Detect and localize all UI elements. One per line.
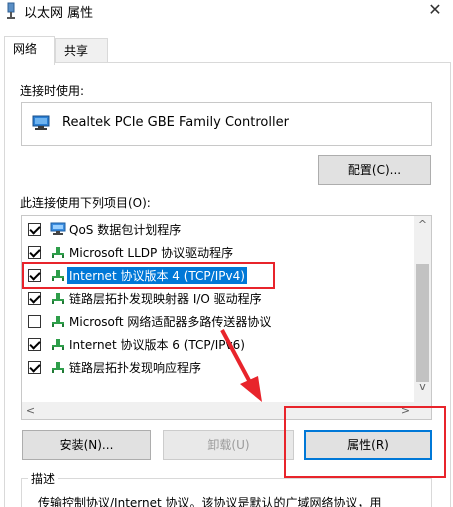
item-label: 链路层拓扑发现响应程序 [69, 361, 202, 375]
description-legend: 描述 [28, 470, 59, 487]
vertical-scrollbar[interactable]: ^ v [414, 216, 431, 402]
description-text: 传输控制协议/Internet 协议。该协议是默认的广域网络协议，用 [38, 496, 382, 507]
item-label: Microsoft 网络适配器多路传送器协议 [69, 315, 272, 329]
protocol-icon [52, 293, 64, 304]
protocol-icon [52, 362, 64, 373]
list-item[interactable]: Internet 协议版本 6 (TCP/IPv6) [22, 333, 414, 356]
adapter-box: Realtek PCIe GBE Family Controller [21, 102, 432, 146]
network-adapter-icon [32, 115, 50, 130]
list-item[interactable]: QoS 数据包计划程序 [22, 218, 414, 241]
item-label: Microsoft LLDP 协议驱动程序 [69, 246, 234, 260]
scroll-left-arrow[interactable]: < [22, 402, 39, 419]
scroll-thumb[interactable] [416, 264, 429, 382]
item-checkbox[interactable] [28, 361, 41, 374]
items-listbox[interactable]: ^ v < > QoS 数据包计划程序 Microsoft LLDP 协议驱动程序… [21, 215, 432, 420]
list-item[interactable]: 链路层拓扑发现响应程序 [22, 356, 414, 379]
protocol-icon [52, 247, 64, 258]
list-item[interactable]: Microsoft LLDP 协议驱动程序 [22, 241, 414, 264]
protocol-icon [52, 316, 64, 327]
item-label: Internet 协议版本 6 (TCP/IPv6) [69, 338, 245, 352]
item-label: 链路层拓扑发现映射器 I/O 驱动程序 [69, 292, 262, 306]
protocol-icon [52, 339, 64, 350]
tab-strip: 网络 共享 [0, 34, 453, 65]
scroll-up-arrow[interactable]: ^ [414, 216, 431, 233]
tab-network[interactable]: 网络 [4, 36, 55, 65]
tab-sharing[interactable]: 共享 [55, 38, 108, 64]
scroll-down-arrow[interactable]: v [414, 378, 431, 395]
network-icon [7, 2, 15, 19]
install-button[interactable]: 安装(N)... [22, 430, 151, 460]
close-button[interactable]: ✕ [417, 0, 453, 22]
items-label: 此连接使用下列项目(O): [20, 196, 151, 210]
item-label: QoS 数据包计划程序 [69, 223, 182, 237]
uninstall-button[interactable]: 卸载(U) [163, 430, 294, 460]
item-checkbox[interactable] [28, 223, 41, 236]
configure-button[interactable]: 配置(C)... [318, 155, 431, 185]
title-bar: 以太网 属性 ✕ [0, 0, 453, 28]
item-checkbox[interactable] [28, 292, 41, 305]
item-checkbox[interactable] [28, 338, 41, 351]
connect-using-label: 连接时使用: [20, 84, 85, 98]
list-item[interactable]: Microsoft 网络适配器多路传送器协议 [22, 310, 414, 333]
window-title: 以太网 属性 [24, 6, 94, 21]
list-item[interactable]: 链路层拓扑发现映射器 I/O 驱动程序 [22, 287, 414, 310]
item-checkbox[interactable] [28, 246, 41, 259]
highlight-ipv4-box [22, 262, 275, 289]
adapter-name: Realtek PCIe GBE Family Controller [62, 115, 289, 130]
item-checkbox[interactable] [28, 315, 41, 328]
highlight-properties-box [284, 406, 446, 478]
qos-scheduler-icon [50, 222, 66, 235]
